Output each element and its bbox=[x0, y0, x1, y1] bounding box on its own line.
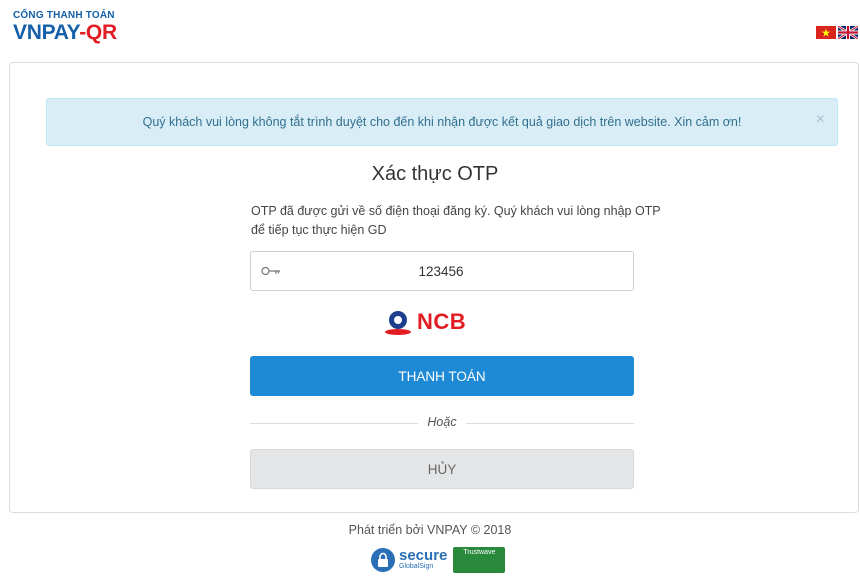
otp-description: OTP đã được gửi về số điện thoại đăng ký… bbox=[251, 204, 661, 237]
or-label: Hoặc bbox=[427, 415, 457, 429]
close-icon[interactable]: × bbox=[816, 111, 825, 129]
logo-main-text: VNPAY-QR bbox=[13, 22, 117, 44]
trustwave-badge[interactable]: Trustwave bbox=[453, 547, 506, 573]
globalsign-label: GlobalSign bbox=[399, 563, 434, 570]
uk-flag-icon[interactable] bbox=[838, 26, 858, 39]
language-switcher bbox=[816, 26, 858, 40]
otp-card: Quý khách vui lòng không tắt trình duyệt… bbox=[9, 62, 859, 513]
otp-input[interactable] bbox=[291, 252, 591, 290]
ncb-bank-name: NCB bbox=[417, 309, 467, 334]
alert-message: Quý khách vui lòng không tắt trình duyệt… bbox=[142, 115, 742, 129]
info-alert: Quý khách vui lòng không tắt trình duyệt… bbox=[46, 98, 838, 146]
logo-vnpay: VNPAY bbox=[13, 21, 80, 44]
ncb-emblem-icon bbox=[385, 311, 411, 335]
or-divider: Hoặc bbox=[250, 413, 634, 433]
secure-text-block: secure GlobalSign bbox=[399, 547, 448, 571]
page-title: Xác thực OTP bbox=[371, 163, 499, 185]
otp-field bbox=[250, 251, 634, 291]
security-badges: secure GlobalSign Trustwave bbox=[370, 545, 506, 575]
globalsign-secure-badge[interactable]: secure GlobalSign bbox=[370, 547, 447, 573]
trustwave-label: Trustwave bbox=[463, 549, 496, 556]
key-icon bbox=[261, 266, 280, 276]
logo-qr: -QR bbox=[79, 21, 117, 44]
ssl-lock-icon bbox=[371, 548, 395, 572]
pay-button[interactable]: THANH TOÁN bbox=[250, 356, 634, 396]
header: CỔNG THANH TOÁN VNPAY-QR bbox=[0, 0, 860, 60]
cancel-button[interactable]: HỦY bbox=[250, 449, 634, 489]
footer-text: Phát triển bởi VNPAY © 2018 bbox=[348, 523, 512, 537]
vietnam-flag-icon[interactable] bbox=[816, 26, 836, 39]
secure-label: secure bbox=[399, 547, 448, 564]
ncb-bank-logo: NCB bbox=[384, 306, 466, 338]
vnpay-qr-logo[interactable]: CỔNG THANH TOÁN VNPAY-QR bbox=[13, 10, 117, 44]
